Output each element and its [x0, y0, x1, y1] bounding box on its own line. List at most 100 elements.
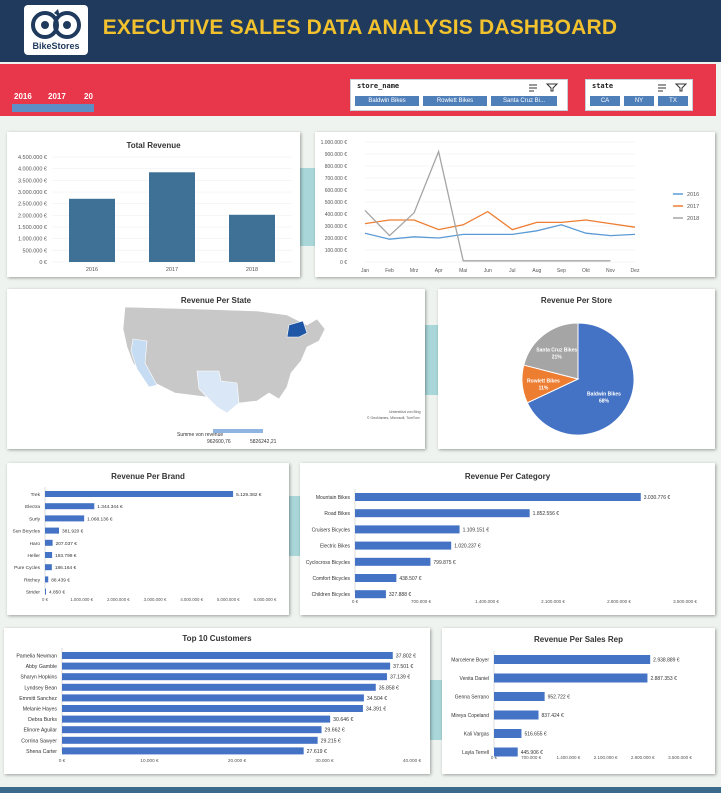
state-slicer-header: state: [592, 82, 614, 90]
total-revenue-card: Total Revenue 0 €500.000 €1.000.000 €1.5…: [7, 132, 300, 277]
x-tick-label: 0 €: [352, 599, 359, 604]
revenue-per-brand-chart: 0 € 1.000.000 € 2.000.000 € 3.000.000 € 4.00…: [13, 487, 277, 602]
bar: [355, 509, 530, 518]
category-label: Comfort Bicycles: [312, 576, 350, 582]
year-filter-2018[interactable]: 20: [84, 92, 93, 101]
bar: [69, 198, 115, 262]
x-tick-label: 2.100.000 €: [541, 599, 565, 604]
data-label: 1.068.136 €: [87, 516, 113, 522]
total-revenue-chart: 0 € 500.000 € 1.000.000 € 1.500.000 € 2.000.…: [18, 155, 292, 273]
x-tick-label: 2017: [166, 267, 178, 273]
logo-graphic: BikeStores: [31, 9, 81, 51]
category-label: Elinore Aguilar: [24, 728, 58, 734]
bar: [355, 557, 431, 566]
year-filter-2017[interactable]: 2017: [48, 92, 66, 101]
series-line: [364, 149, 611, 262]
y-tick-label: 0 €: [340, 260, 347, 266]
bar: [45, 552, 53, 558]
x-tick-label: 6.000.000 €: [254, 597, 277, 602]
y-tick-label: 3.000.000 €: [18, 190, 47, 196]
state-chip-ny[interactable]: NY: [624, 96, 654, 106]
x-tick-label: 4.000.000 €: [180, 597, 203, 602]
x-tick-label: 2.000.000 €: [107, 597, 130, 602]
data-label: 29.662 €: [325, 728, 345, 734]
x-tick-label: 1.400.000 €: [557, 755, 581, 760]
x-tick-label: 1.000.000 €: [70, 597, 93, 602]
data-label: 438.507 €: [399, 576, 421, 582]
data-label: 30.646 €: [333, 717, 353, 723]
bar: [494, 710, 539, 720]
x-tick-label: Nov: [606, 268, 615, 274]
data-label: 37.802 €: [396, 654, 416, 660]
revenue-per-store-chart: Baldwin Bikes68% Rowlett Bikes11% Santa Cr…: [521, 322, 635, 436]
bar: [45, 527, 60, 534]
bar: [494, 673, 648, 683]
bar: [355, 574, 397, 582]
category-label: Haro: [30, 541, 41, 547]
bar: [62, 683, 376, 691]
bar: [355, 493, 641, 501]
x-tick-label: 2018: [246, 267, 258, 273]
data-label: 34.504 €: [367, 696, 387, 702]
x-tick-label: 40.000 €: [403, 758, 422, 763]
revenue-per-state-card: Revenue Per State Summe von revenue 9626…: [7, 289, 425, 449]
state-chip-ca[interactable]: CA: [590, 96, 620, 106]
series-line: [364, 224, 636, 240]
x-tick-label: 3.000.000 €: [144, 597, 167, 602]
x-tick-label: 30.000 €: [315, 758, 334, 763]
bar: [355, 590, 386, 599]
bar: [494, 729, 522, 738]
x-tick-label: 3.500.000 €: [668, 755, 692, 760]
x-tick-label: 2016: [86, 267, 98, 273]
y-tick-label: 700.000 €: [325, 176, 347, 182]
store-chip-santacruz[interactable]: Santa Cruz Bi...: [491, 96, 557, 106]
state-slicer: state CA NY TX: [585, 79, 693, 111]
category-label: Heller: [27, 553, 40, 559]
year-filter-2016[interactable]: 2016: [14, 92, 32, 101]
state-chip-tx[interactable]: TX: [658, 96, 688, 106]
category-label: Trek: [31, 492, 41, 498]
data-label: 1.852.556 €: [533, 511, 560, 517]
category-label: Lyndsey Bean: [24, 685, 57, 691]
top-customers-card: Top 10 Customers 0 €10.000 €20.000 €30.0…: [4, 628, 430, 774]
x-tick-label: 20.000 €: [228, 758, 247, 763]
bar: [62, 662, 391, 670]
category-label: Mireya Copeland: [451, 713, 489, 719]
y-tick-label: 800.000 €: [325, 164, 347, 170]
bar: [62, 715, 331, 723]
logo-text: BikeStores: [32, 41, 79, 51]
category-label: Melanie Hayes: [23, 707, 58, 713]
legend-label: 2018: [687, 216, 699, 222]
year-timeline-bar[interactable]: [12, 104, 94, 112]
state-multiselect-icon[interactable]: [656, 82, 688, 92]
decor-strip: [424, 325, 438, 395]
data-label: 193.799 €: [55, 553, 77, 559]
x-tick-label: 0 €: [42, 597, 49, 602]
data-label: 29.215 €: [321, 738, 341, 744]
store-chip-rowlett[interactable]: Rowlett Bikes: [423, 96, 487, 106]
revenue-per-salesrep-chart: 0 €700.000 €1.400.000 €2.100.000 €2.800.…: [451, 651, 692, 760]
data-label: 4.850 €: [49, 590, 65, 596]
y-tick-label: 1.000.000 €: [321, 140, 348, 146]
y-tick-label: 0 €: [39, 260, 47, 266]
bar: [149, 172, 195, 262]
bar: [62, 705, 363, 712]
x-tick-label: Jul: [509, 268, 515, 274]
bar: [62, 747, 304, 755]
y-tick-label: 600.000 €: [325, 188, 347, 194]
x-tick-label: 0 €: [59, 758, 66, 763]
revenue-per-category-card: Revenue Per Category 0 €700.000 €1.400.0…: [300, 463, 715, 615]
bar: [45, 503, 95, 510]
data-label: 34.391 €: [366, 707, 386, 713]
bar: [494, 692, 545, 701]
store-chip-baldwin[interactable]: Baldwin Bikes: [355, 96, 419, 106]
map-legend-gradient: [213, 429, 263, 433]
bikestores-logo: BikeStores: [24, 5, 88, 55]
x-tick-label: Mai: [459, 268, 467, 274]
revenue-per-store-card: Revenue Per Store Baldwin Bikes 68% Rowlet…: [438, 289, 715, 449]
data-label: 27.619 €: [307, 749, 327, 755]
data-label: 1.109.151 €: [463, 527, 490, 533]
multiselect-icon[interactable]: [527, 82, 559, 92]
x-tick-label: Apr: [435, 268, 443, 274]
x-tick-label: 1.400.000 €: [475, 599, 499, 604]
